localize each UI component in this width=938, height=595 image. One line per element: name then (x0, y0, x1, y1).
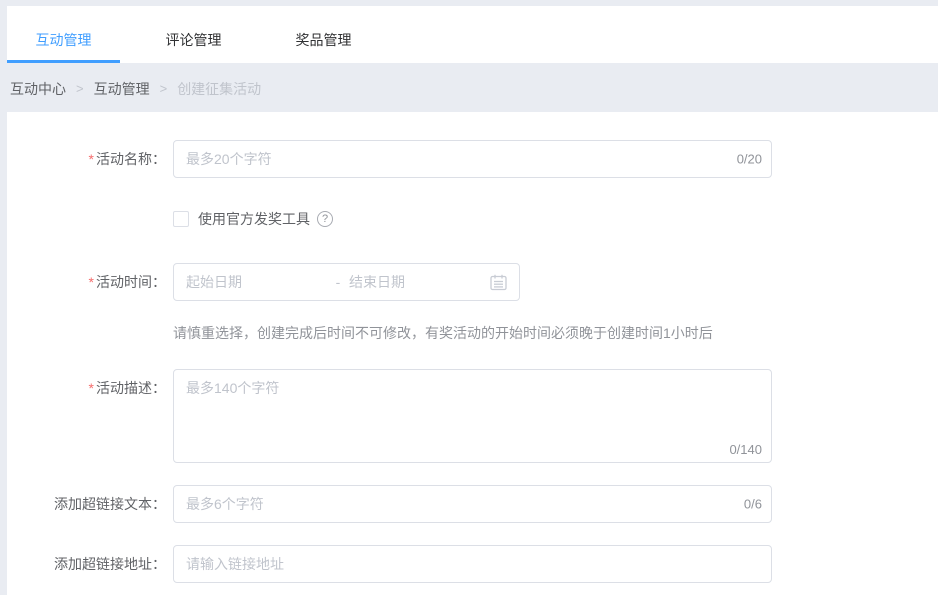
activity-description-field: 0/140 (173, 369, 772, 463)
required-marker: * (89, 380, 94, 396)
activity-description-textarea[interactable] (173, 369, 772, 463)
official-tool-checkbox[interactable] (173, 211, 189, 227)
hyperlink-url-label: 添加超链接地址： (7, 545, 166, 583)
activity-time-hint: 请慎重选择，创建完成后时间不可修改，有奖活动的开始时间必须晚于创建时间1小时后 (173, 325, 938, 341)
breadcrumb-separator-icon: > (160, 81, 168, 97)
required-marker: * (89, 274, 94, 290)
activity-name-label: *活动名称： (7, 140, 166, 178)
hyperlink-url-field (173, 545, 772, 583)
tab-interaction-management[interactable]: 互动管理 (7, 30, 120, 50)
hyperlink-text-input[interactable] (173, 485, 772, 523)
active-tab-underline (7, 60, 120, 63)
official-tool-label[interactable]: 使用官方发奖工具 (198, 209, 310, 229)
activity-description-label: *活动描述： (7, 369, 166, 398)
breadcrumb-interaction-center[interactable]: 互动中心 (10, 81, 66, 97)
breadcrumb-separator-icon: > (76, 81, 84, 97)
activity-description-row: *活动描述： 0/140 (7, 369, 938, 463)
start-date-placeholder[interactable]: 起始日期 (186, 272, 327, 292)
required-marker: * (89, 151, 94, 167)
tab-prize-management[interactable]: 奖品管理 (267, 30, 380, 50)
date-range-separator: - (327, 274, 349, 290)
breadcrumb-create-activity: 创建征集活动 (177, 81, 261, 97)
hyperlink-url-input[interactable] (173, 545, 772, 583)
create-activity-form-card: *活动名称： 0/20 使用官方发奖工具 ? *活动时间： 起始日期 - 结束日… (7, 112, 938, 595)
date-range-picker[interactable]: 起始日期 - 结束日期 (173, 263, 520, 301)
hyperlink-text-field: 0/6 (173, 485, 772, 523)
activity-name-row: *活动名称： 0/20 (7, 140, 938, 178)
tab-comment-management[interactable]: 评论管理 (137, 30, 250, 50)
end-date-placeholder[interactable]: 结束日期 (349, 272, 490, 292)
hyperlink-url-row: 添加超链接地址： (7, 545, 938, 583)
hyperlink-text-label: 添加超链接文本： (7, 485, 166, 523)
activity-name-input[interactable] (173, 140, 772, 178)
activity-time-label: *活动时间： (7, 263, 166, 301)
breadcrumb: 互动中心 > 互动管理 > 创建征集活动 (0, 63, 938, 112)
tab-bar: 互动管理 评论管理 奖品管理 (7, 6, 938, 63)
hyperlink-text-row: 添加超链接文本： 0/6 (7, 485, 938, 523)
breadcrumb-interaction-management[interactable]: 互动管理 (94, 81, 150, 97)
activity-time-row: *活动时间： 起始日期 - 结束日期 (7, 263, 938, 301)
activity-name-field: 0/20 (173, 140, 772, 178)
calendar-icon[interactable] (490, 274, 507, 291)
official-tool-row: 使用官方发奖工具 ? (173, 210, 938, 228)
help-question-icon[interactable]: ? (317, 211, 333, 227)
